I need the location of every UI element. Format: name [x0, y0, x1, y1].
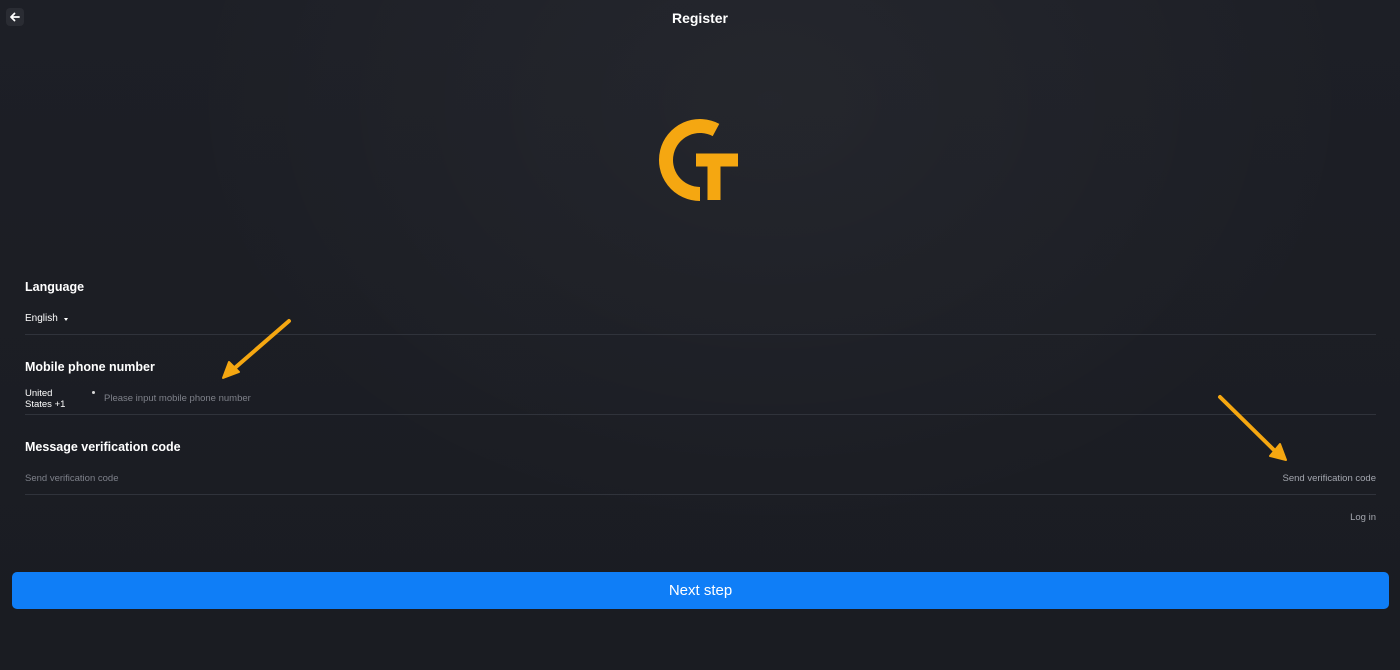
verification-code-input[interactable] [25, 472, 425, 484]
caret-down-icon [92, 391, 95, 394]
next-step-button[interactable]: Next step [12, 572, 1389, 609]
language-value: English [25, 313, 58, 324]
language-select[interactable]: English [25, 313, 68, 324]
phone-label: Mobile phone number [25, 360, 155, 374]
page-title: Register [671, 10, 729, 26]
caret-down-icon [63, 317, 68, 321]
country-code-select[interactable]: United States +1 [25, 388, 81, 410]
language-row: English [25, 300, 1376, 335]
phone-input[interactable] [104, 392, 504, 404]
header: Register [0, 0, 1400, 36]
login-link[interactable]: Log in [1350, 512, 1376, 523]
verification-label: Message verification code [25, 440, 181, 454]
gt-logo-icon [656, 116, 744, 204]
send-code-button[interactable]: Send verification code [1283, 473, 1376, 484]
verification-row: Send verification code [25, 460, 1376, 495]
phone-row: United States +1 [25, 380, 1376, 415]
language-label: Language [25, 280, 85, 294]
background [0, 0, 1400, 670]
